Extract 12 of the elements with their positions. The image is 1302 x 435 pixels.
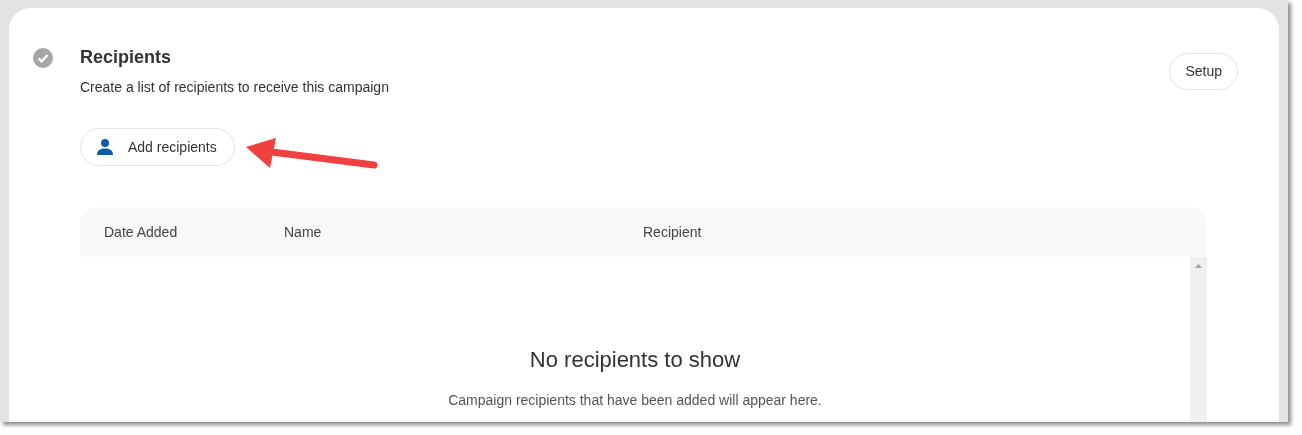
column-header: Name <box>284 224 322 240</box>
column-header: Recipient <box>643 224 702 240</box>
setup-button[interactable]: Setup <box>1169 53 1238 90</box>
person-icon <box>96 138 114 156</box>
add-recipients-button[interactable]: Add recipients <box>80 128 235 166</box>
section-description: Create a list of recipients to receive this campaign <box>80 78 390 97</box>
scroll-up-icon[interactable] <box>1195 264 1202 268</box>
scrollbar[interactable] <box>1190 257 1207 422</box>
empty-state-title: No recipients to show <box>529 346 741 374</box>
column-header: Date Added <box>104 224 178 240</box>
empty-state-message: Campaign recipients that have been added will appear here. <box>448 391 822 410</box>
section-title: Recipients <box>80 46 173 69</box>
